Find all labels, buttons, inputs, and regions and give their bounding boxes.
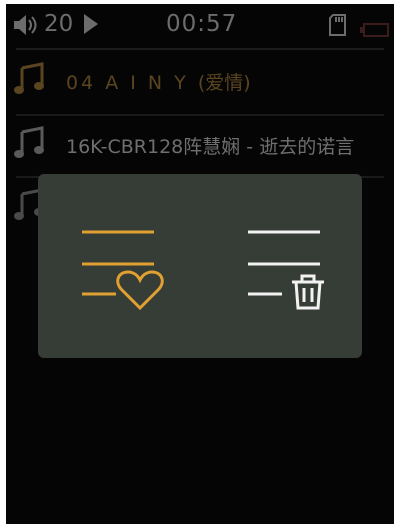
clock: 00:57: [166, 11, 238, 37]
list-trash-icon: [240, 230, 350, 314]
status-divider: [16, 48, 384, 50]
sd-card-icon: [328, 13, 348, 43]
volume-level: 20: [44, 11, 74, 37]
track-title-suffix: (爱情): [197, 72, 251, 94]
delete-from-list-button[interactable]: [240, 210, 350, 310]
list-heart-icon: [76, 230, 186, 314]
status-bar: 20 00:57: [6, 4, 394, 44]
speaker-icon: [12, 14, 38, 42]
music-note-icon: [14, 126, 46, 164]
track-item-current[interactable]: 04 A I N Y (爱情): [6, 52, 394, 112]
track-item[interactable]: 16K-CBR128阵慧娴 - 逝去的诺言: [6, 116, 394, 176]
add-to-favorites-button[interactable]: [76, 210, 186, 311]
track-title: 16K-CBR128阵慧娴 - 逝去的诺言: [66, 136, 355, 158]
player-screen: 20 00:57 04 A I N Y (爱情) 16K-CBR128阵慧娴 -…: [6, 4, 394, 524]
play-icon: [82, 13, 100, 41]
track-title: 04 A I N Y (爱情): [66, 72, 251, 94]
battery-icon: [360, 18, 390, 44]
track-options-popup: [38, 174, 362, 358]
music-note-icon: [14, 62, 46, 100]
